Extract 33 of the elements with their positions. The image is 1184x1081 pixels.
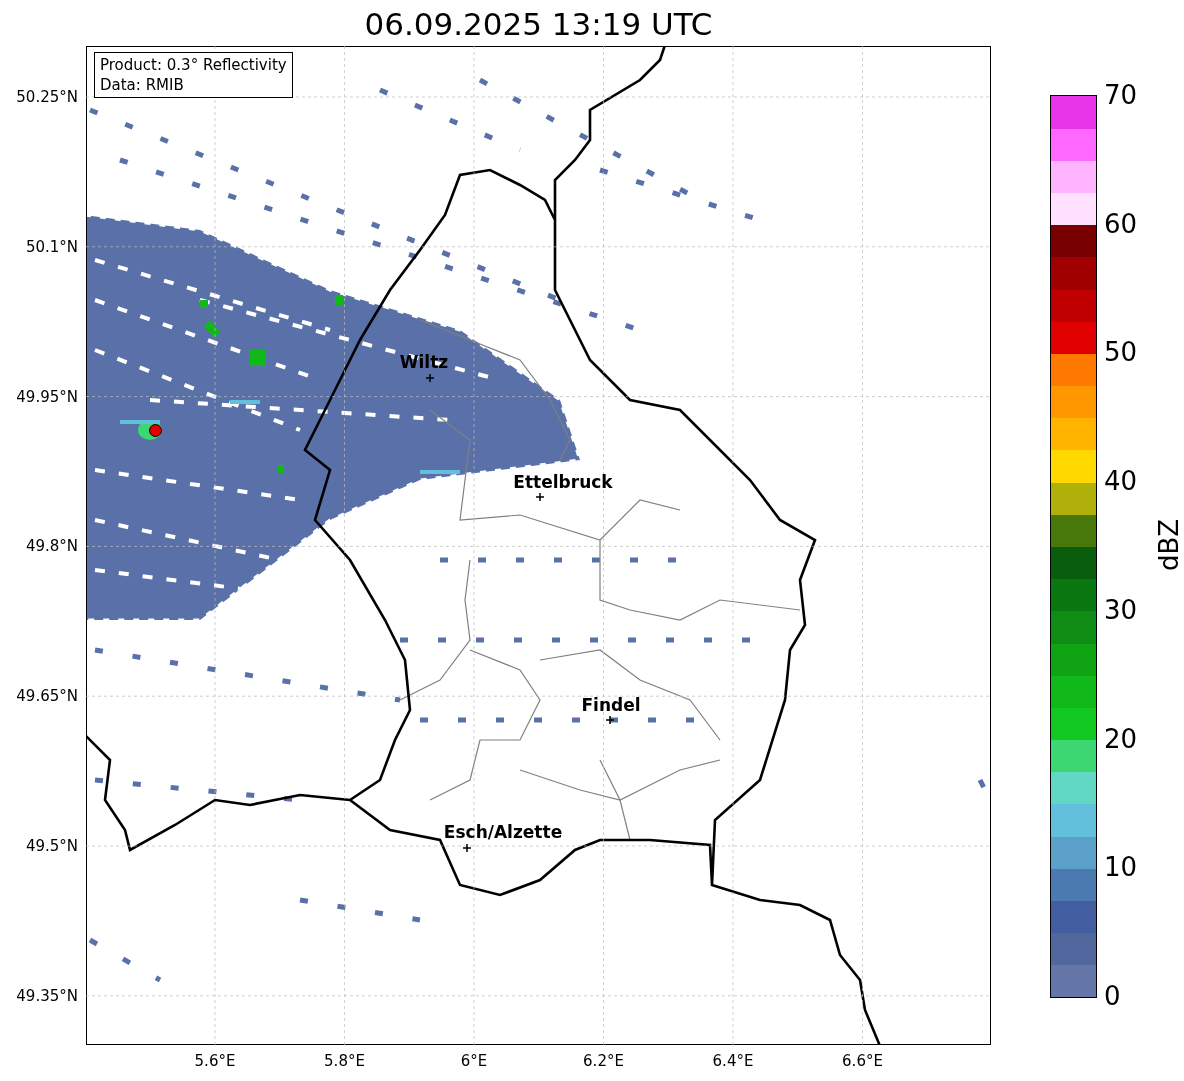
colorbar-tick-label: 60 xyxy=(1104,208,1138,239)
city-marker-icon xyxy=(463,844,471,852)
latitude-tick-label: 49.95°N xyxy=(16,387,78,406)
longitude-tick-label: 5.8°E xyxy=(324,1052,365,1070)
city-marker-icon xyxy=(426,374,434,382)
longitude-tick-label: 6.4°E xyxy=(712,1052,754,1070)
latitude-tick-label: 50.25°N xyxy=(16,88,78,106)
city-label: Esch/Alzette xyxy=(443,821,563,843)
latitude-tick-label: 49.65°N xyxy=(16,687,78,706)
legend-text: Product: 0.3° Reflectivity xyxy=(100,55,287,75)
colorbar-tick-label: 10 xyxy=(1104,852,1138,883)
legend-text: Data: RMIB xyxy=(100,75,185,95)
colorbar-tick-label: 40 xyxy=(1104,466,1138,497)
longitude-tick-label: 6.2°E xyxy=(583,1052,624,1070)
longitude-tick-label: 6°E xyxy=(460,1052,488,1070)
city-marker-icon xyxy=(606,716,614,724)
colorbar-label: dBZ xyxy=(1154,518,1184,572)
city-label: Wiltz xyxy=(399,351,449,373)
colorbar-tick-label: 50 xyxy=(1104,337,1138,368)
latitude-tick-label: 49.5°N xyxy=(25,837,78,855)
chart-title: 06.09.2025 13:19 UTC xyxy=(363,6,714,42)
colorbar-tick-label: 0 xyxy=(1104,981,1121,1011)
colorbar-tick-label: 30 xyxy=(1104,594,1138,625)
city-label: Ettelbruck xyxy=(513,471,613,493)
latitude-tick-label: 50.1°N xyxy=(25,237,78,256)
colorbar-tick-label: 20 xyxy=(1104,723,1138,754)
longitude-tick-label: 5.6°E xyxy=(194,1052,236,1070)
longitude-tick-label: 6.6°E xyxy=(842,1052,883,1070)
city-marker-icon xyxy=(536,493,544,501)
colorbar-tick-label: 70 xyxy=(1104,80,1138,110)
latitude-tick-label: 49.8°N xyxy=(25,537,78,556)
latitude-tick-label: 49.35°N xyxy=(16,986,78,1005)
city-label: Findel xyxy=(581,694,641,716)
